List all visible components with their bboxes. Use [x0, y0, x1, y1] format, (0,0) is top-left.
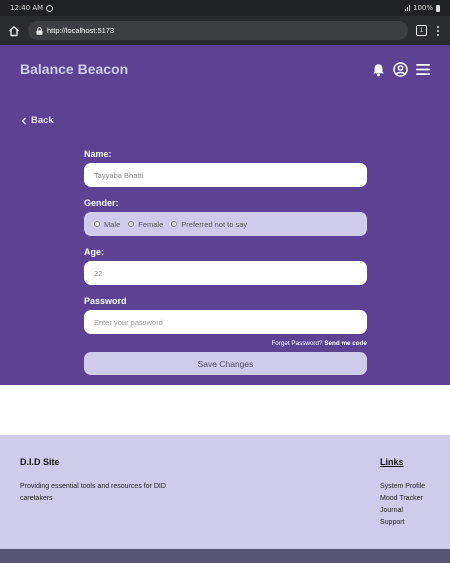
age-label: Age:	[84, 247, 104, 257]
footer-link-system-profile[interactable]: System Profile	[380, 481, 425, 493]
status-bar: 12:40 AM 100%	[0, 0, 450, 16]
footer-link-journal[interactable]: Journal	[380, 505, 425, 517]
gender-radio-group: Male Female Preferred not to say	[84, 212, 367, 236]
menu-icon[interactable]	[416, 63, 430, 76]
bell-icon[interactable]	[372, 63, 385, 77]
footer-link-mood-tracker[interactable]: Mood Tracker	[380, 493, 425, 505]
battery-icon	[436, 4, 440, 12]
app-title[interactable]: Balance Beacon	[20, 61, 128, 77]
tab-count: 1	[419, 27, 424, 34]
profile-form: Name: Tayyaba Bhatti Gender: Male Female…	[84, 149, 367, 375]
footer-links: System Profile Mood Tracker Journal Supp…	[380, 481, 425, 529]
radio-icon[interactable]	[171, 221, 178, 227]
name-value: Tayyaba Bhatti	[94, 170, 144, 180]
radio-label: Preferred not to say	[181, 219, 248, 229]
gender-label: Gender:	[84, 198, 119, 208]
footer-link-support[interactable]: Support	[380, 517, 425, 529]
password-label: Password	[84, 296, 127, 306]
signal-icon	[404, 5, 410, 11]
forgot-password-text: Forget Password?	[271, 340, 323, 347]
password-field[interactable]	[84, 310, 367, 334]
url-text: http://localhost:5173	[47, 26, 115, 35]
forgot-password-row: Forget Password? Send me code	[84, 340, 367, 347]
name-label: Name:	[84, 149, 112, 159]
footer-site-title: D.I.D Site	[20, 457, 60, 467]
user-circle-icon[interactable]	[393, 62, 408, 77]
back-link[interactable]: Back	[21, 115, 54, 126]
radio-label: Female	[138, 219, 164, 229]
chevron-left-icon	[21, 117, 26, 124]
battery-percent: 100%	[412, 4, 433, 12]
gender-option-not-say[interactable]: Preferred not to say	[171, 220, 247, 229]
radio-label: Male	[104, 219, 121, 229]
name-field[interactable]: Tayyaba Bhatti	[84, 163, 367, 187]
home-icon[interactable]	[8, 25, 20, 37]
gender-option-male[interactable]: Male	[94, 220, 120, 229]
age-value: 22	[94, 268, 103, 278]
radio-icon[interactable]	[128, 221, 135, 227]
browser-toolbar: http://localhost:5173 1	[0, 16, 450, 45]
footer: D.I.D Site Providing essential tools and…	[0, 435, 450, 549]
footer-description: Providing essential tools and resources …	[20, 483, 166, 502]
tab-switcher-icon[interactable]: 1	[416, 25, 427, 36]
notification-icon	[46, 4, 54, 12]
back-label: Back	[31, 115, 54, 126]
profile-section: Balance Beacon Back Name: Tayyaba Bhatti…	[0, 45, 450, 385]
age-field[interactable]: 22	[84, 261, 367, 285]
browser-menu-icon[interactable]	[437, 25, 439, 36]
gender-option-female[interactable]: Female	[128, 220, 163, 229]
send-code-link[interactable]: Send me code	[324, 340, 367, 347]
address-bar[interactable]: http://localhost:5173	[28, 21, 408, 40]
lock-icon	[36, 26, 43, 35]
radio-icon[interactable]	[94, 221, 100, 227]
footer-links-title: Links	[380, 457, 404, 467]
save-changes-button[interactable]: Save Changes	[84, 352, 367, 375]
header-icons	[372, 62, 430, 77]
bottom-strip	[0, 549, 450, 563]
status-time: 12:40 AM	[10, 4, 44, 12]
